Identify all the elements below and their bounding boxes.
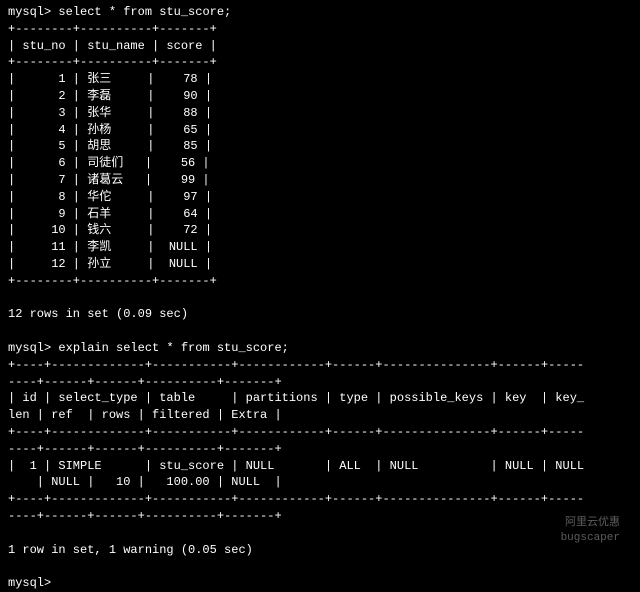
empty-line — [8, 525, 632, 542]
table-header: | stu_no | stu_name | score | — [8, 38, 632, 55]
mysql-prompt-input[interactable]: mysql> — [8, 575, 632, 592]
watermark-text: bugscaper — [561, 531, 620, 546]
sql-command: select * from stu_score; — [58, 5, 231, 19]
table-border: +----+-------------+-----------+--------… — [8, 491, 632, 508]
table-row: | 7 | 诸葛云 | 99 | — [8, 172, 632, 189]
table-row: | 11 | 李凯 | NULL | — [8, 239, 632, 256]
table-row: | NULL | 10 | 100.00 | NULL | — [8, 474, 632, 491]
table-row: | 12 | 孙立 | NULL | — [8, 256, 632, 273]
empty-line — [8, 323, 632, 340]
table-border: ----+------+------+----------+-------+ — [8, 441, 632, 458]
status-line: 12 rows in set (0.09 sec) — [8, 306, 632, 323]
table-header: len | ref | rows | filtered | Extra | — [8, 407, 632, 424]
mysql-prompt: mysql> — [8, 341, 58, 355]
query-line: mysql> explain select * from stu_score; — [8, 340, 632, 357]
table-row: | 8 | 华佗 | 97 | — [8, 189, 632, 206]
table-row: | 3 | 张华 | 88 | — [8, 105, 632, 122]
table-row: | 1 | SIMPLE | stu_score | NULL | ALL | … — [8, 458, 632, 475]
table-border: +--------+----------+-------+ — [8, 273, 632, 290]
table-border: ----+------+------+----------+-------+ — [8, 508, 632, 525]
query-line: mysql> select * from stu_score; — [8, 4, 632, 21]
watermark-text: 阿里云优惠 — [565, 516, 620, 531]
mysql-prompt: mysql> — [8, 5, 58, 19]
table-row: | 6 | 司徒们 | 56 | — [8, 155, 632, 172]
table-border: +--------+----------+-------+ — [8, 54, 632, 71]
table-row: | 4 | 孙杨 | 65 | — [8, 122, 632, 139]
table-border: +--------+----------+-------+ — [8, 21, 632, 38]
table-row: | 5 | 胡思 | 85 | — [8, 138, 632, 155]
table-row: | 2 | 李磊 | 90 | — [8, 88, 632, 105]
table-row: | 10 | 钱六 | 72 | — [8, 222, 632, 239]
empty-line — [8, 558, 632, 575]
table-header: | id | select_type | table | partitions … — [8, 390, 632, 407]
sql-command: explain select * from stu_score; — [58, 341, 288, 355]
empty-line — [8, 290, 632, 307]
terminal-output: mysql> select * from stu_score; +-------… — [8, 4, 632, 592]
table-row: | 1 | 张三 | 78 | — [8, 71, 632, 88]
table-border: +----+-------------+-----------+--------… — [8, 357, 632, 374]
status-line: 1 row in set, 1 warning (0.05 sec) — [8, 542, 632, 559]
table-border: +----+-------------+-----------+--------… — [8, 424, 632, 441]
table-row: | 9 | 石羊 | 64 | — [8, 206, 632, 223]
table-border: ----+------+------+----------+-------+ — [8, 374, 632, 391]
